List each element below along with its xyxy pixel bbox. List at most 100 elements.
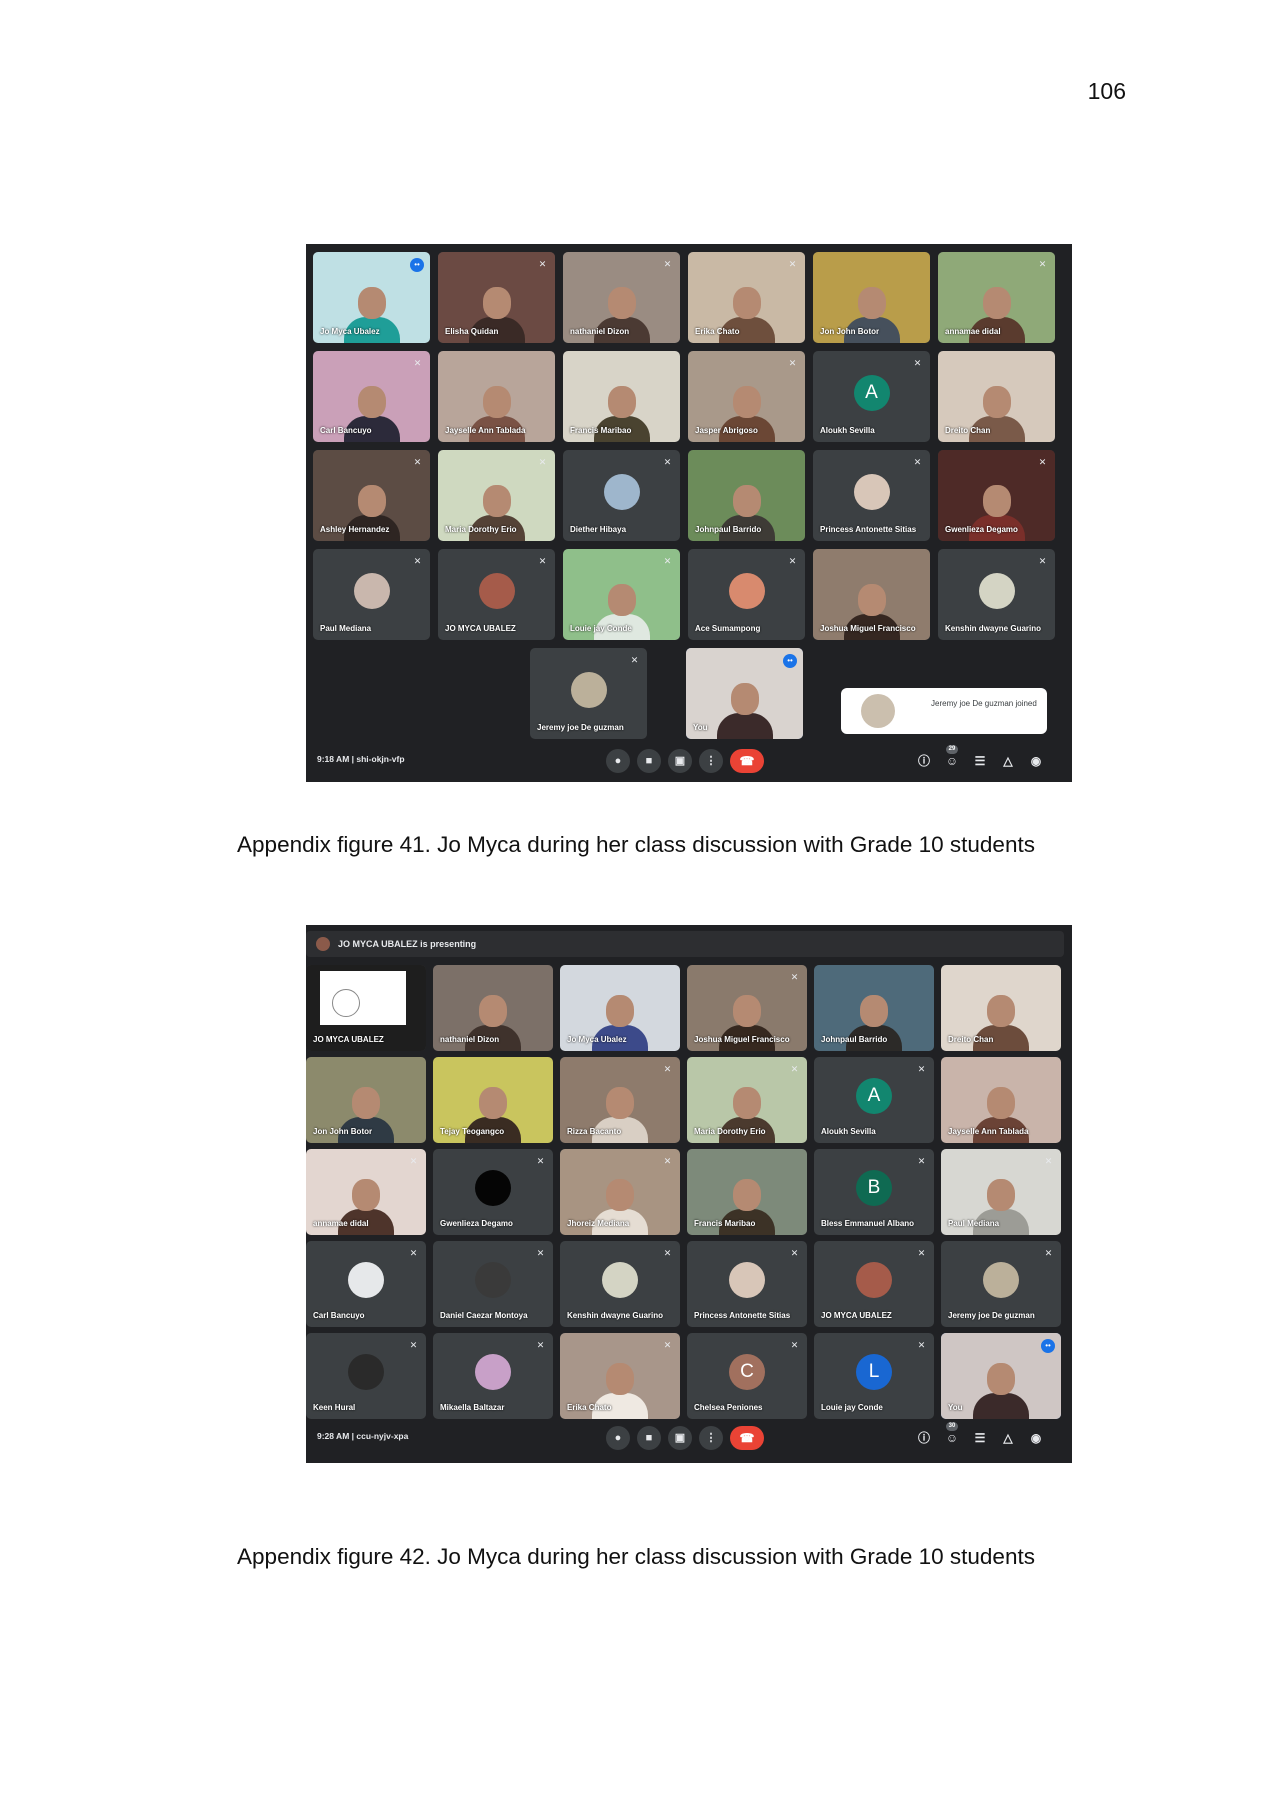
- participant-tile[interactable]: Jayselle Ann Tablada: [438, 351, 555, 442]
- mic-muted-icon: ✕: [413, 358, 422, 368]
- participant-name: Jeremy joe De guzman: [948, 1311, 1035, 1320]
- participant-tile[interactable]: ✕ Keen Hural: [306, 1333, 426, 1419]
- participant-tile[interactable]: ✕ nathaniel Dizon: [563, 252, 680, 343]
- present-button[interactable]: ▣: [668, 749, 692, 773]
- participant-name: Dreito Chan: [948, 1035, 994, 1044]
- mic-muted-icon: ✕: [409, 1248, 418, 1258]
- participant-tile[interactable]: Jo Myca Ubalez: [560, 965, 680, 1051]
- participant-tile[interactable]: ✕ annamae didal: [306, 1149, 426, 1235]
- host-controls-icon[interactable]: ◉: [1028, 1430, 1044, 1446]
- participant-tile[interactable]: ✕ Ace Sumampong: [688, 549, 805, 640]
- meeting-details-icon[interactable]: ⓘ: [916, 1430, 932, 1446]
- participant-tile[interactable]: ✕ Gwenlieza Degamo: [433, 1149, 553, 1235]
- participant-tile[interactable]: ✕ Princess Antonette Sitias: [813, 450, 930, 541]
- participant-tile[interactable]: Jon John Botor: [306, 1057, 426, 1143]
- mic-muted-icon: ✕: [917, 1248, 926, 1258]
- profile-avatar: [856, 1262, 892, 1298]
- participant-tile[interactable]: Dreito Chan: [938, 351, 1055, 442]
- participant-name: You: [948, 1403, 963, 1412]
- participant-name: Rizza Bacanto: [567, 1127, 622, 1136]
- participant-tile[interactable]: ✕ Erika Chato: [688, 252, 805, 343]
- participant-tile[interactable]: ✕ Carl Bancuyo: [313, 351, 430, 442]
- participant-name: Erika Chato: [695, 327, 740, 336]
- participant-tile[interactable]: ✕ Elisha Quidan: [438, 252, 555, 343]
- host-controls-icon[interactable]: ◉: [1028, 753, 1044, 769]
- profile-avatar: [475, 1262, 511, 1298]
- participant-tile[interactable]: ✕ Jeremy joe De guzman: [941, 1241, 1061, 1327]
- participant-tile[interactable]: ✕ Jhoreiz Mediana: [560, 1149, 680, 1235]
- participant-tile[interactable]: ✕ Diether Hibaya: [563, 450, 680, 541]
- participant-tile[interactable]: Johnpaul Barrido: [688, 450, 805, 541]
- participant-tile[interactable]: ✕ JO MYCA UBALEZ: [814, 1241, 934, 1327]
- participant-tile[interactable]: ✕ Mikaella Baltazar: [433, 1333, 553, 1419]
- participant-tile[interactable]: Jayselle Ann Tablada: [941, 1057, 1061, 1143]
- more-options-button[interactable]: ⋮: [699, 1426, 723, 1450]
- activities-icon[interactable]: △: [1000, 1430, 1016, 1446]
- participant-name: Kenshin dwayne Guarino: [567, 1311, 664, 1320]
- end-call-button[interactable]: ☎: [730, 1426, 764, 1450]
- participant-tile[interactable]: B ✕ Bless Emmanuel Albano: [814, 1149, 934, 1235]
- participant-tile[interactable]: nathaniel Dizon: [433, 965, 553, 1051]
- participant-tile[interactable]: •• Jo Myca Ubalez: [313, 252, 430, 343]
- participant-tile[interactable]: ✕ Gwenlieza Degamo: [938, 450, 1055, 541]
- meeting-details-icon[interactable]: ⓘ: [916, 753, 932, 769]
- mic-muted-icon: ✕: [538, 457, 547, 467]
- participant-name: Dreito Chan: [945, 426, 991, 435]
- participant-tile[interactable]: Joshua Miguel Francisco: [813, 549, 930, 640]
- participant-tile[interactable]: ✕ Joshua Miguel Francisco: [687, 965, 807, 1051]
- participant-tile[interactable]: ✕ Daniel Caezar Montoya: [433, 1241, 553, 1327]
- chat-icon[interactable]: ☰: [972, 1430, 988, 1446]
- participant-tile[interactable]: Johnpaul Barrido: [814, 965, 934, 1051]
- participant-tile[interactable]: ✕ Rizza Bacanto: [560, 1057, 680, 1143]
- end-call-button[interactable]: ☎: [730, 749, 764, 773]
- participant-name: Joshua Miguel Francisco: [694, 1035, 790, 1044]
- more-options-button[interactable]: ⋮: [699, 749, 723, 773]
- mic-button[interactable]: ●: [606, 1426, 630, 1450]
- mic-button[interactable]: ●: [606, 749, 630, 773]
- participant-tile[interactable]: ✕ Jeremy joe De guzman: [530, 648, 647, 739]
- participant-name: Elisha Quidan: [445, 327, 499, 336]
- participant-tile[interactable]: ✕ Paul Mediana: [941, 1149, 1061, 1235]
- participant-tile[interactable]: ✕ Princess Antonette Sitias: [687, 1241, 807, 1327]
- participant-tile[interactable]: ✕ Jasper Abrigoso: [688, 351, 805, 442]
- participant-name: Joshua Miguel Francisco: [820, 624, 916, 633]
- participant-tile[interactable]: ✕ Louie jay Conde: [563, 549, 680, 640]
- participant-tile[interactable]: ✕ Kenshin dwayne Guarino: [938, 549, 1055, 640]
- people-icon[interactable]: ☺ 30: [944, 1422, 960, 1446]
- participant-name: Keen Hural: [313, 1403, 356, 1412]
- participant-tile[interactable]: ✕ Ashley Hernandez: [313, 450, 430, 541]
- participant-tile[interactable]: Dreito Chan: [941, 965, 1061, 1051]
- participant-tile[interactable]: ✕ Erika Chato: [560, 1333, 680, 1419]
- people-icon[interactable]: ☺ 29: [944, 745, 960, 769]
- join-notification-toast[interactable]: Jeremy joe De guzman joined: [841, 688, 1047, 734]
- camera-button[interactable]: ■: [637, 1426, 661, 1450]
- participant-tile[interactable]: A ✕ Aloukh Sevilla: [814, 1057, 934, 1143]
- participant-tile[interactable]: •• You: [941, 1333, 1061, 1419]
- participant-tile[interactable]: Jon John Botor: [813, 252, 930, 343]
- chat-icon[interactable]: ☰: [972, 753, 988, 769]
- activities-icon[interactable]: △: [1000, 753, 1016, 769]
- participant-tile[interactable]: L ✕ Louie jay Conde: [814, 1333, 934, 1419]
- participant-tile[interactable]: ✕ Maria Dorothy Erio: [438, 450, 555, 541]
- participant-tile[interactable]: ✕ Kenshin dwayne Guarino: [560, 1241, 680, 1327]
- participant-name: Paul Mediana: [320, 624, 372, 633]
- participant-tile[interactable]: Francis Maribao: [563, 351, 680, 442]
- meeting-code: shi-okjn-vfp: [356, 754, 405, 764]
- participant-tile[interactable]: ✕ Carl Bancuyo: [306, 1241, 426, 1327]
- present-button[interactable]: ▣: [668, 1426, 692, 1450]
- participant-tile[interactable]: C ✕ Chelsea Peniones: [687, 1333, 807, 1419]
- camera-button[interactable]: ■: [637, 749, 661, 773]
- mic-muted-icon: ✕: [630, 655, 639, 665]
- participant-name: Jon John Botor: [313, 1127, 373, 1136]
- participant-tile[interactable]: Tejay Teogangco: [433, 1057, 553, 1143]
- participant-tile[interactable]: JO MYCA UBALEZ: [306, 965, 426, 1051]
- participant-tile[interactable]: ✕ JO MYCA UBALEZ: [438, 549, 555, 640]
- participant-tile[interactable]: ✕ Maria Dorothy Erio: [687, 1057, 807, 1143]
- participant-tile[interactable]: ✕ annamae didal: [938, 252, 1055, 343]
- participant-tile[interactable]: ✕ Paul Mediana: [313, 549, 430, 640]
- participant-tile[interactable]: A ✕ Aloukh Sevilla: [813, 351, 930, 442]
- participant-tile[interactable]: Francis Maribao: [687, 1149, 807, 1235]
- participant-count-badge: 29: [946, 745, 958, 754]
- participant-tile[interactable]: •• You: [686, 648, 803, 739]
- meeting-info: 9:28 AM | ccu-nyjv-xpa: [317, 1431, 408, 1441]
